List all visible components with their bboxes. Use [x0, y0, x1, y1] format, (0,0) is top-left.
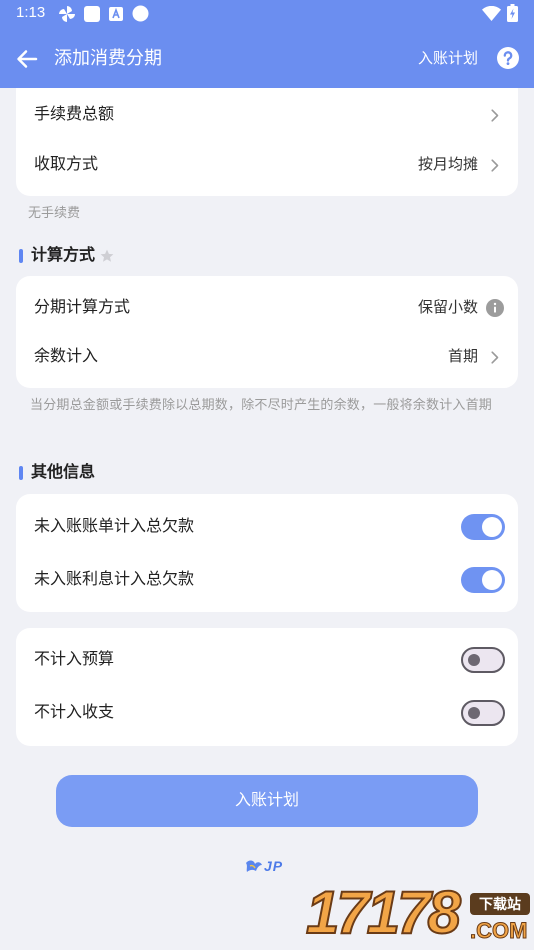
back-arrow-icon: [17, 50, 38, 68]
toggle-knob: [482, 517, 502, 537]
logo-mark-icon: [246, 860, 262, 872]
row-label: 手续费总额: [34, 106, 115, 123]
unbilled-bill-row: 未入账账单计入总欠款: [16, 503, 518, 551]
app-square-icon: [84, 6, 100, 22]
status-time: 1:13: [16, 4, 46, 21]
section-title-other: 其他信息: [31, 464, 96, 481]
fee-method-row[interactable]: 收取方式 按月均摊: [16, 141, 518, 189]
unbilled-interest-row: 未入账利息计入总欠款: [16, 556, 518, 604]
page-title: 添加消费分期: [54, 48, 162, 68]
chevron-right-icon: [491, 351, 499, 364]
help-circle-icon: [497, 47, 519, 69]
exclude-income-expense-row: 不计入收支: [16, 689, 518, 737]
row-label: 余数计入: [34, 348, 99, 365]
info-icon[interactable]: [486, 299, 504, 317]
section-title-calc: 计算方式: [31, 247, 96, 264]
help-button[interactable]: [497, 47, 519, 69]
calc-method-row[interactable]: 分期计算方式 保留小数: [16, 284, 518, 332]
exclude-card: 不计入预算 不计入收支: [16, 628, 518, 746]
star-icon[interactable]: [100, 249, 114, 263]
watermark-number: 17178: [305, 879, 462, 947]
logo-text: JP: [264, 858, 284, 874]
app-header: 1:13 添加消费分期 入账计划: [0, 0, 534, 88]
toggle-knob: [468, 654, 480, 666]
app-logo: JP: [244, 857, 292, 875]
row-label: 未入账利息计入总欠款: [34, 571, 195, 588]
debt-card: 未入账账单计入总欠款 未入账利息计入总欠款: [16, 494, 518, 612]
row-label: 不计入收支: [34, 704, 115, 721]
row-value: 首期: [447, 348, 478, 365]
header-plan-link[interactable]: 入账计划: [418, 49, 478, 69]
screen: 1:13 添加消费分期 入账计划 手续费总额 收取方式 按月均摊 无手续费 计算…: [0, 0, 534, 950]
row-label: 收取方式: [34, 156, 99, 173]
remainder-row[interactable]: 余数计入 首期: [16, 333, 518, 381]
back-button[interactable]: [14, 46, 40, 72]
exclude-budget-row: 不计入预算: [16, 636, 518, 684]
calc-note: 当分期总金额或手续费除以总期数，除不尽时产生的余数，一般将余数计入首期: [30, 397, 493, 412]
battery-charging-icon: [507, 4, 518, 22]
watermark-site: 下载站: [470, 893, 530, 915]
calc-card: 分期计算方式 保留小数 余数计入 首期: [16, 276, 518, 388]
row-label: 分期计算方式: [34, 299, 131, 316]
fee-card: 手续费总额 收取方式 按月均摊: [16, 76, 518, 196]
plan-button[interactable]: 入账计划: [56, 775, 478, 827]
watermark-domain: .COM: [469, 918, 528, 944]
circle-icon: [132, 5, 149, 22]
wifi-icon: [482, 6, 501, 21]
section-accent-bar: [19, 466, 23, 480]
chevron-right-icon: [491, 159, 499, 172]
row-value: 保留小数: [417, 299, 478, 316]
section-accent-bar: [19, 249, 23, 263]
exclude-budget-toggle[interactable]: [461, 647, 505, 673]
pinwheel-icon: [59, 6, 75, 22]
row-label: 不计入预算: [34, 651, 115, 668]
exclude-income-expense-toggle[interactable]: [461, 700, 505, 726]
chevron-right-icon: [491, 109, 499, 122]
unbilled-interest-toggle[interactable]: [461, 567, 505, 593]
fee-note: 无手续费: [28, 205, 81, 220]
row-label: 未入账账单计入总欠款: [34, 518, 195, 535]
toggle-knob: [482, 570, 502, 590]
row-value: 按月均摊: [417, 156, 478, 173]
a-box-icon: [109, 7, 123, 21]
unbilled-bill-toggle[interactable]: [461, 514, 505, 540]
fee-total-row[interactable]: 手续费总额: [16, 91, 518, 139]
toggle-knob: [468, 707, 480, 719]
